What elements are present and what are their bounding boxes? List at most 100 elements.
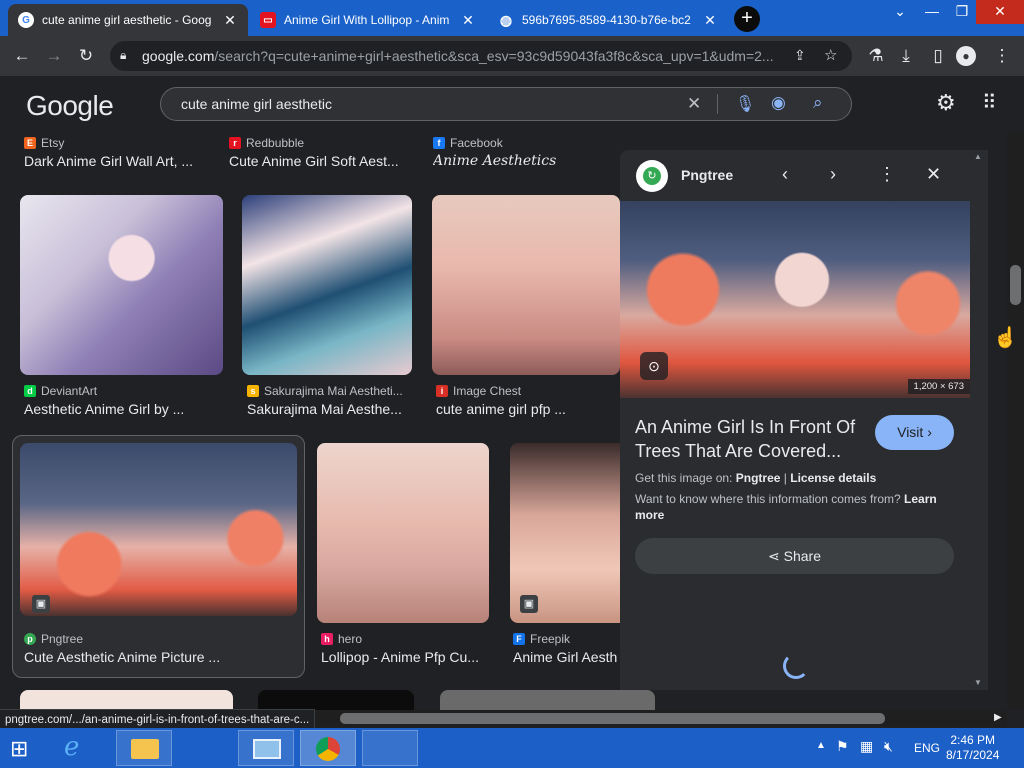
profile-avatar-icon[interactable]: ● [956, 46, 976, 66]
share-button[interactable]: ⋖ Share [635, 538, 954, 574]
learn-more-link[interactable]: Learn [904, 492, 937, 506]
result-thumbnail[interactable] [317, 443, 489, 623]
lock-icon[interactable]: 🔒︎ [120, 48, 126, 63]
url-text[interactable]: google.com/search?q=cute+anime+girl+aest… [142, 48, 782, 64]
panel-source-name[interactable]: Pngtree [681, 167, 733, 183]
visit-button[interactable]: Visit › [875, 415, 954, 450]
result-source[interactable]: p Pngtree [24, 632, 83, 646]
tab-search-icon[interactable]: ⌄ [886, 0, 914, 24]
network-icon[interactable]: ▦ [860, 738, 873, 755]
result-source[interactable]: i Image Chest [436, 384, 521, 398]
side-panel-icon[interactable]: ▯ [926, 44, 950, 68]
restore-button[interactable]: ❐ [948, 0, 976, 24]
panel-image-title[interactable]: An Anime Girl Is In Front Of Trees That … [635, 415, 865, 463]
result-caption[interactable]: Lollipop - Anime Pfp Cu... [321, 649, 491, 665]
tab-anime-lollipop[interactable]: ▭ Anime Girl With Lollipop - Anim ✕ [250, 4, 486, 36]
file-explorer-taskbar-button[interactable] [116, 730, 172, 766]
imagechest-icon: i [436, 385, 448, 397]
close-tab-icon[interactable]: ✕ [222, 12, 238, 29]
result-thumbnail[interactable]: ▣ [510, 443, 620, 623]
scroll-down-icon[interactable]: ▼ [974, 678, 982, 687]
separator: | [783, 471, 787, 485]
close-panel-icon[interactable]: ✕ [926, 164, 941, 185]
result-source[interactable]: E Etsy [24, 136, 64, 150]
reload-icon[interactable]: ↻ [74, 44, 98, 68]
more-options-icon[interactable]: ⋮ [878, 164, 896, 185]
scroll-up-icon[interactable]: ▲ [974, 152, 982, 161]
volume-muted-icon[interactable]: 🔇︎ [884, 738, 893, 755]
close-window-button[interactable]: ✕ [976, 0, 1024, 24]
address-bar[interactable]: 🔒︎ google.com/search?q=cute+anime+girl+a… [110, 41, 852, 71]
loading-spinner [783, 653, 809, 679]
clock-date: 8/17/2024 [946, 748, 1000, 762]
result-caption[interactable]: Anime Girl Aesth [513, 649, 620, 665]
back-arrow-icon[interactable]: ← [10, 44, 34, 68]
get-image-source-link[interactable]: Pngtree [736, 471, 781, 485]
result-source[interactable]: F Freepik [513, 632, 570, 646]
result-caption[interactable]: Sakurajima Mai Aesthe... [247, 401, 412, 417]
result-source[interactable]: f Facebook [433, 136, 503, 150]
download-icon[interactable]: ⤓ [894, 44, 918, 68]
result-source[interactable]: h hero [321, 632, 362, 646]
result-thumbnail[interactable] [20, 690, 233, 710]
taskbar-button[interactable] [362, 730, 418, 766]
vertical-scroll-thumb[interactable] [1010, 265, 1021, 305]
search-box[interactable]: cute anime girl aesthetic ✕ 🎙︎ ◉ ⌕ [160, 87, 852, 121]
show-hidden-icons[interactable]: ▲ [816, 740, 826, 751]
share-page-icon[interactable]: ⇪ [794, 47, 806, 64]
title-line: Trees That Are Covered... [635, 441, 842, 461]
learn-more-link[interactable]: more [635, 508, 664, 522]
source-label: hero [338, 632, 363, 646]
action-center-flag-icon[interactable]: ⚑ [836, 738, 849, 755]
new-tab-button[interactable]: + [734, 6, 760, 32]
tab-google-search[interactable]: G cute anime girl aesthetic - Goog ✕ [8, 4, 248, 36]
result-thumbnail[interactable] [440, 690, 655, 710]
result-thumbnail[interactable]: ▣ [20, 443, 297, 616]
chrome-taskbar-button[interactable] [300, 730, 356, 766]
scroll-right-icon[interactable]: ▶ [994, 712, 1002, 723]
lens-search-icon[interactable]: ⊙ [640, 352, 668, 380]
result-caption[interactable]: Anime Aesthetics [433, 153, 613, 169]
microphone-icon[interactable]: 🎙︎ [735, 94, 755, 114]
preview-image[interactable]: ⊙ 1,200 × 673 [620, 201, 970, 398]
lens-camera-icon[interactable]: ◉ [771, 93, 786, 113]
result-caption[interactable]: cute anime girl pfp ... [436, 401, 616, 417]
search-input[interactable]: cute anime girl aesthetic [181, 96, 332, 112]
result-source[interactable]: d DeviantArt [24, 384, 97, 398]
result-source[interactable]: r Redbubble [229, 136, 304, 150]
result-caption[interactable]: Cute Aesthetic Anime Picture ... [24, 649, 294, 665]
page-vertical-scrollbar[interactable] [1007, 132, 1024, 710]
source-label: DeviantArt [41, 384, 98, 398]
result-thumbnail[interactable] [258, 690, 414, 710]
apps-grid-icon[interactable]: ⠿ [982, 90, 997, 115]
start-windows-icon[interactable]: ⊞ [10, 736, 38, 762]
search-icon[interactable]: ⌕ [813, 93, 823, 113]
result-source[interactable]: s Sakurajima Mai Aestheti... [247, 384, 412, 398]
result-thumbnail[interactable] [242, 195, 412, 375]
horizontal-scroll-thumb[interactable] [340, 713, 885, 724]
menu-kebab-icon[interactable]: ⋮ [990, 44, 1014, 68]
result-caption[interactable]: Aesthetic Anime Girl by ... [24, 401, 214, 417]
remote-desktop-taskbar-button[interactable] [238, 730, 294, 766]
bookmark-star-icon[interactable]: ☆ [824, 46, 837, 64]
result-caption[interactable]: Dark Anime Girl Wall Art, ... [24, 153, 204, 169]
previous-image-icon[interactable]: ‹ [782, 164, 788, 185]
internet-explorer-icon[interactable]: e [64, 732, 79, 762]
tab-image-file[interactable]: ◍ 596b7695-8589-4130-b76e-bc2 ✕ [488, 4, 728, 36]
license-details-link[interactable]: License details [790, 471, 876, 485]
language-indicator[interactable]: ENG [914, 741, 940, 755]
close-tab-icon[interactable]: ✕ [702, 12, 718, 29]
minimize-button[interactable]: — [918, 0, 946, 24]
clear-search-icon[interactable]: ✕ [687, 94, 701, 114]
next-image-icon[interactable]: › [830, 164, 836, 185]
labs-flask-icon[interactable]: ⚗ [864, 44, 888, 68]
system-clock[interactable]: 2:46 PM 8/17/2024 [946, 733, 999, 763]
settings-gear-icon[interactable]: ⚙ [936, 90, 956, 116]
result-caption[interactable]: Cute Anime Girl Soft Aest... [229, 153, 409, 169]
result-thumbnail[interactable] [20, 195, 223, 375]
result-thumbnail[interactable] [432, 195, 620, 375]
close-tab-icon[interactable]: ✕ [460, 12, 476, 29]
panel-scrollbar[interactable]: ▲ ▼ [970, 150, 988, 690]
forward-arrow-icon[interactable]: → [42, 44, 66, 68]
google-logo[interactable]: Google [26, 90, 114, 122]
